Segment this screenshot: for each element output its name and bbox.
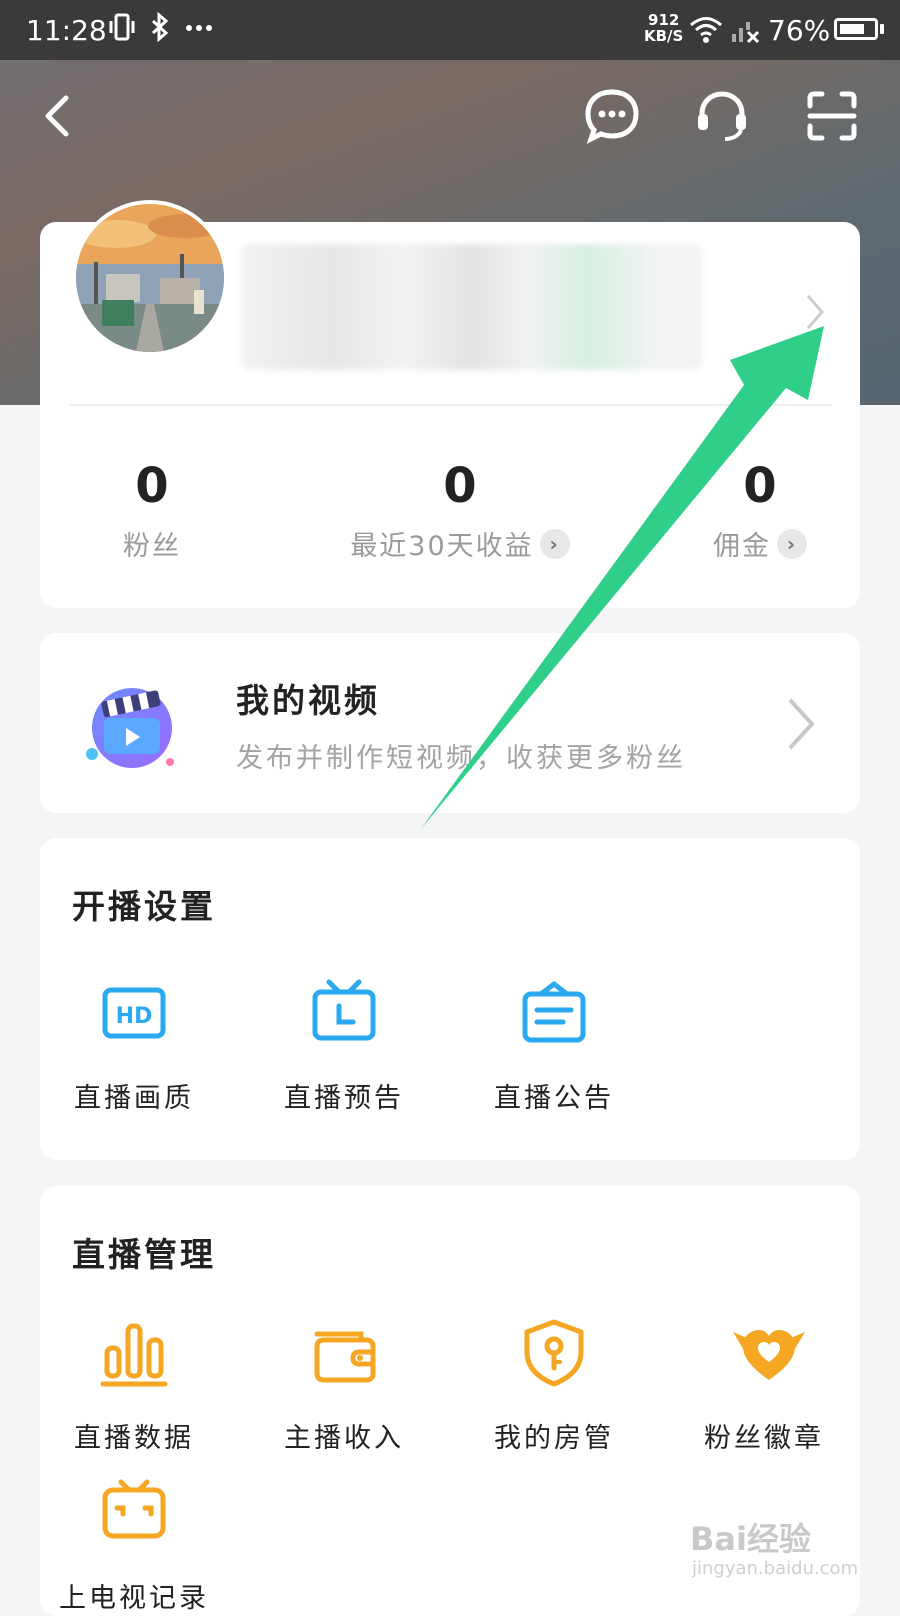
signal-icon: [730, 16, 760, 51]
watermark-url: jingyan.baidu.com: [692, 1558, 859, 1579]
vibrate-icon: [108, 12, 136, 49]
settings-title: 开播设置: [72, 887, 216, 926]
manage-item-income[interactable]: 主播收入: [254, 1318, 434, 1455]
customer-service-icon[interactable]: [692, 86, 752, 146]
blurred-username: [242, 244, 702, 370]
wifi-icon: [688, 14, 724, 51]
more-dots-icon: [184, 12, 214, 49]
manage-item-room-admin[interactable]: 我的房管: [464, 1318, 644, 1455]
status-time: 11:28: [26, 14, 107, 47]
settings-item-notice[interactable]: 直播公告: [464, 978, 644, 1115]
tv-face-icon: [99, 1478, 169, 1548]
video-chevron-icon[interactable]: [784, 694, 818, 758]
tv-clock-icon: [309, 978, 379, 1048]
clapperboard-icon: [82, 676, 178, 772]
video-title: 我的视频: [236, 681, 380, 720]
battery-icon: [834, 18, 878, 40]
notice-icon: [519, 978, 589, 1048]
battery-fill: [840, 24, 865, 34]
stat-fans[interactable]: 0 粉丝: [92, 458, 212, 563]
manage-item-tv-record[interactable]: 上电视记录: [44, 1478, 224, 1615]
shield-key-icon: [519, 1318, 589, 1388]
video-subtitle: 发布并制作短视频，收获更多粉丝: [236, 743, 686, 774]
settings-item-quality[interactable]: HD 直播画质: [44, 978, 224, 1115]
heart-badge-icon: [729, 1318, 805, 1388]
watermark-logo: Bai经验: [690, 1520, 811, 1558]
settings-item-preview[interactable]: 直播预告: [254, 978, 434, 1115]
bluetooth-icon: [150, 11, 170, 49]
manage-item-data[interactable]: 直播数据: [44, 1318, 224, 1455]
chevron-right-icon: ›: [539, 528, 570, 559]
avatar[interactable]: [72, 200, 228, 356]
profile-chevron-icon[interactable]: [804, 292, 826, 336]
manage-item-fan-badge[interactable]: 粉丝徽章: [674, 1318, 854, 1455]
stat-earnings[interactable]: 0 最近30天收益 ›: [340, 458, 580, 563]
network-speed: 912 KB/S: [644, 11, 684, 45]
stat-commission[interactable]: 0 佣金 ›: [700, 458, 820, 563]
svg-text:HD: HD: [116, 1004, 153, 1029]
scan-icon[interactable]: [802, 86, 862, 146]
battery-percent: 76%: [768, 14, 831, 47]
hd-icon: HD: [99, 978, 169, 1048]
message-icon[interactable]: [582, 86, 642, 146]
wallet-icon: [309, 1318, 379, 1388]
manage-title: 直播管理: [72, 1235, 216, 1274]
status-bar: 11:28 912 KB/S 76%: [0, 0, 900, 60]
profile-divider: [70, 404, 832, 406]
bar-chart-icon: [99, 1318, 169, 1388]
back-icon[interactable]: [30, 86, 90, 146]
chevron-right-icon: ›: [777, 528, 807, 559]
